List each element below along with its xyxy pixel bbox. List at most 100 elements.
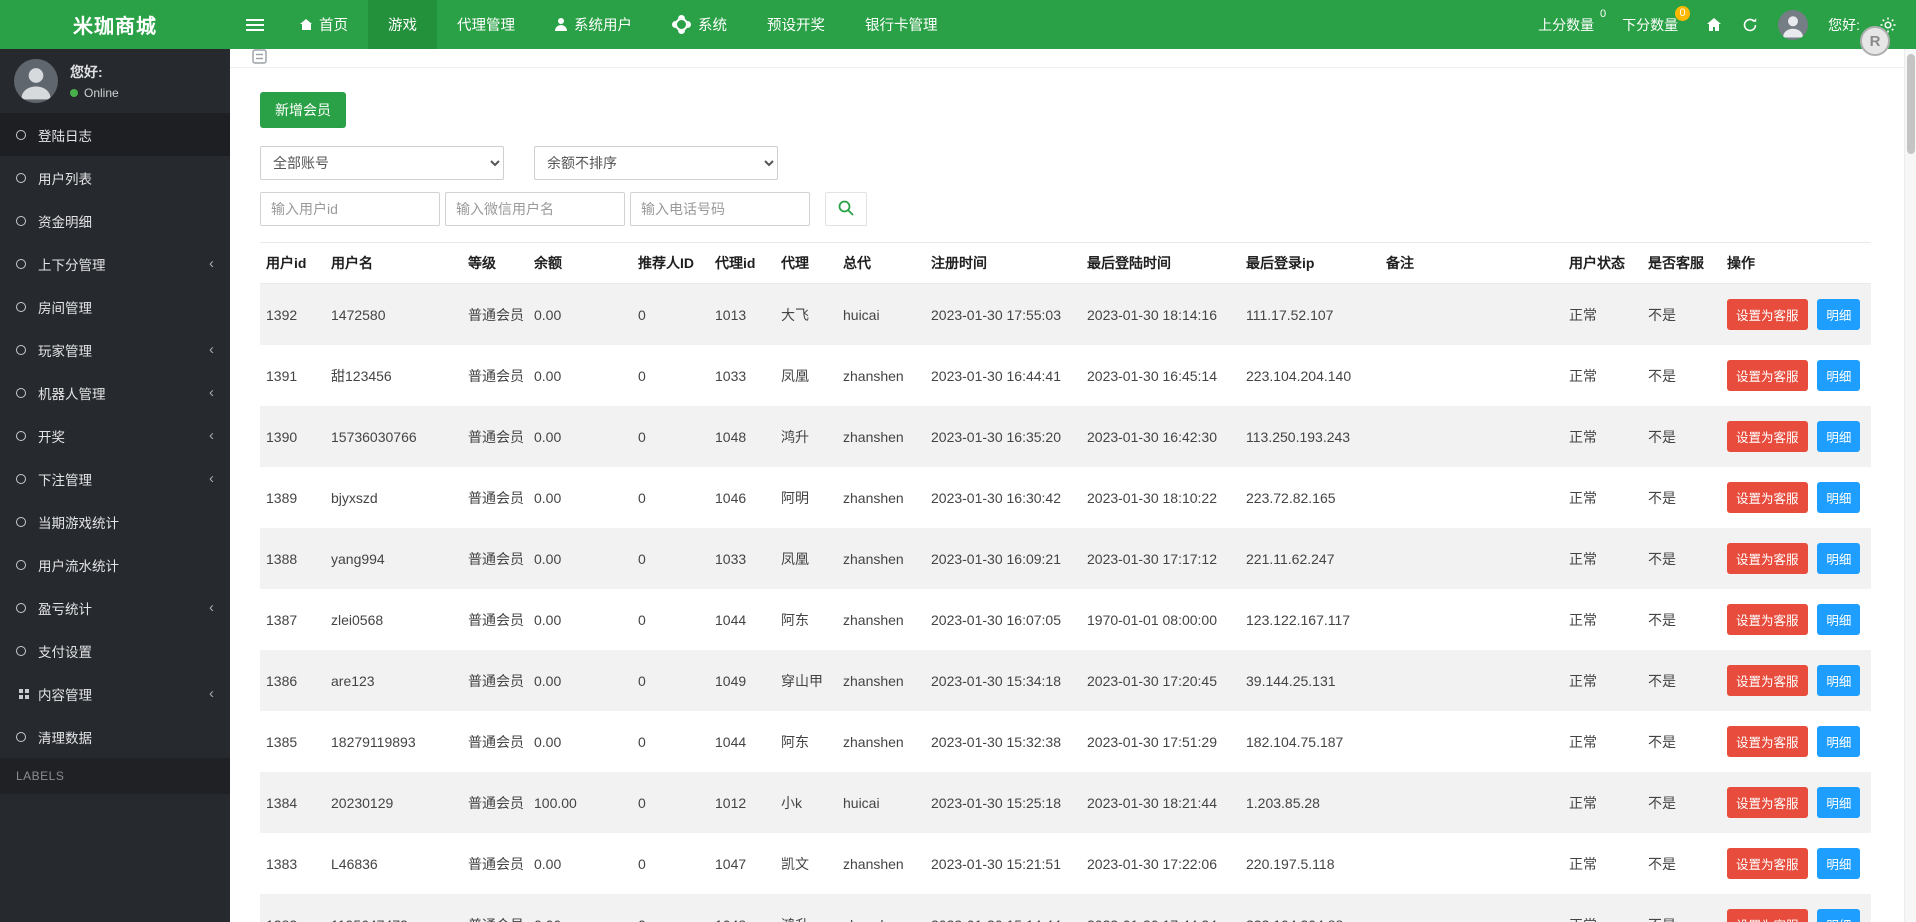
cell-level: 普通会员 xyxy=(468,489,524,506)
sidebar-profile-text: 您好: Online xyxy=(70,62,119,100)
cell-balance: 0.00 xyxy=(534,489,562,506)
cell-is-service: 不是 xyxy=(1648,672,1676,689)
cell-master-agent: zhanshen xyxy=(843,367,904,384)
topbar-nav-item[interactable]: 系统 xyxy=(652,0,747,49)
wechat-name-input[interactable] xyxy=(445,192,625,226)
home-icon[interactable] xyxy=(1706,17,1722,32)
topbar-nav-item[interactable]: 银行卡管理 xyxy=(845,0,958,49)
sidebar-item[interactable]: 开奖 ‹ xyxy=(0,414,230,457)
sidebar-item-label: 上下分管理 xyxy=(38,257,106,273)
cell-username: 20230129 xyxy=(331,794,394,811)
set-service-button[interactable]: 设置为客服 xyxy=(1727,360,1808,391)
table-row: 1388 yang994 普通会员 0.00 0 1033 凤凰 zhanshe… xyxy=(260,528,1871,589)
sidebar-item[interactable]: 支付设置 xyxy=(0,629,230,672)
topbar-greeting[interactable]: 您好: xyxy=(1828,15,1860,35)
sidebar-item[interactable]: 清理数据 xyxy=(0,715,230,758)
cell-balance: 0.00 xyxy=(534,306,562,323)
cell-note xyxy=(1380,833,1563,894)
detail-button[interactable]: 明细 xyxy=(1817,543,1861,574)
phone-input[interactable] xyxy=(630,192,810,226)
cell-is-service: 不是 xyxy=(1648,794,1676,811)
detail-button[interactable]: 明细 xyxy=(1817,421,1861,452)
sidebar-item[interactable]: 机器人管理 ‹ xyxy=(0,371,230,414)
topbar-nav-item[interactable]: 游戏 xyxy=(368,0,437,49)
cell-referrer-id: 0 xyxy=(638,672,646,689)
add-member-button[interactable]: 新增会员 xyxy=(260,92,346,128)
sidebar-item[interactable]: 下注管理 ‹ xyxy=(0,457,230,500)
breadcrumb-icon[interactable] xyxy=(252,49,267,67)
column-header: 注册时间 xyxy=(925,242,1081,284)
set-service-button[interactable]: 设置为客服 xyxy=(1727,726,1808,757)
sidebar-item[interactable]: 用户列表 xyxy=(0,156,230,199)
sidebar-item[interactable]: 登陆日志 xyxy=(0,113,230,156)
user-avatar[interactable] xyxy=(1778,9,1809,40)
cell-agent-id: 1046 xyxy=(715,489,747,506)
sidebar-item[interactable]: 盈亏统计 ‹ xyxy=(0,586,230,629)
detail-button[interactable]: 明细 xyxy=(1817,848,1861,879)
detail-button[interactable]: 明细 xyxy=(1817,726,1861,757)
detail-button[interactable]: 明细 xyxy=(1817,665,1861,696)
set-service-button[interactable]: 设置为客服 xyxy=(1727,604,1808,635)
cell-referrer-id: 0 xyxy=(638,733,646,750)
sidebar-item[interactable]: 玩家管理 ‹ xyxy=(0,328,230,371)
detail-button[interactable]: 明细 xyxy=(1817,482,1861,513)
set-service-button[interactable]: 设置为客服 xyxy=(1727,665,1808,696)
detail-button[interactable]: 明细 xyxy=(1817,360,1861,391)
cell-user-id: 1392 xyxy=(266,306,298,323)
sidebar-avatar[interactable] xyxy=(14,59,58,103)
sidebar-item[interactable]: 当期游戏统计 xyxy=(0,500,230,543)
balance-sort-select[interactable]: 余额不排序 xyxy=(534,146,778,180)
sidebar-item[interactable]: 资金明细 xyxy=(0,199,230,242)
sidebar-item[interactable]: 上下分管理 ‹ xyxy=(0,242,230,285)
cell-last-login-time: 2023-01-30 16:42:30 xyxy=(1087,428,1217,445)
topbar-nav-item[interactable]: 代理管理 xyxy=(437,0,535,49)
cell-referrer-id: 0 xyxy=(638,489,646,506)
gear-icon xyxy=(672,15,691,34)
set-service-button[interactable]: 设置为客服 xyxy=(1727,299,1808,330)
topbar-nav-item[interactable]: 系统用户 xyxy=(535,0,652,49)
cell-referrer-id: 0 xyxy=(638,611,646,628)
sidebar-item[interactable]: 用户流水统计 xyxy=(0,543,230,586)
detail-button[interactable]: 明细 xyxy=(1817,787,1861,818)
topbar-nav-item[interactable]: 首页 xyxy=(280,0,368,49)
set-service-button[interactable]: 设置为客服 xyxy=(1727,909,1808,922)
cell-note xyxy=(1380,345,1563,406)
cell-balance: 0.00 xyxy=(534,733,562,750)
set-service-button[interactable]: 设置为客服 xyxy=(1727,787,1808,818)
up-score-button[interactable]: 上分数量 0 xyxy=(1538,8,1606,35)
cell-level: 普通会员 xyxy=(468,794,524,811)
app-shell: 您好: Online 登陆日志 用户列表 资金明细 上下分管理 ‹ 房间管理 玩… xyxy=(0,49,1916,922)
cell-user-id: 1391 xyxy=(266,367,298,384)
cell-agent: 凤凰 xyxy=(781,550,809,567)
user-id-input[interactable] xyxy=(260,192,440,226)
cell-last-login-time: 2023-01-30 17:20:45 xyxy=(1087,672,1217,689)
column-header: 最后登录ip xyxy=(1240,242,1380,284)
column-header: 代理id xyxy=(709,242,775,284)
sidebar-item[interactable]: 房间管理 xyxy=(0,285,230,328)
detail-button[interactable]: 明细 xyxy=(1817,299,1861,330)
account-filter-select[interactable]: 全部账号 xyxy=(260,146,504,180)
sidebar-item-label: 机器人管理 xyxy=(38,386,106,402)
search-button[interactable] xyxy=(825,192,867,226)
up-score-label: 上分数量 xyxy=(1538,16,1595,33)
cell-referrer-id: 0 xyxy=(638,794,646,811)
cell-level: 普通会员 xyxy=(468,611,524,628)
cell-referrer-id: 0 xyxy=(638,428,646,445)
cell-actions: 设置为客服 明细 xyxy=(1721,406,1871,467)
refresh-icon[interactable] xyxy=(1742,17,1758,33)
down-score-button[interactable]: 下分数量 0 xyxy=(1622,5,1691,35)
cell-master-agent: huicai xyxy=(843,306,880,323)
circle-icon xyxy=(16,387,26,398)
hamburger-menu-icon[interactable] xyxy=(230,0,280,49)
detail-button[interactable]: 明细 xyxy=(1817,604,1861,635)
detail-button[interactable]: 明细 xyxy=(1817,909,1861,922)
set-service-button[interactable]: 设置为客服 xyxy=(1727,543,1808,574)
set-service-button[interactable]: 设置为客服 xyxy=(1727,848,1808,879)
set-service-button[interactable]: 设置为客服 xyxy=(1727,482,1808,513)
scrollbar-thumb[interactable] xyxy=(1907,54,1915,154)
sidebar-item-label: 当期游戏统计 xyxy=(38,515,119,531)
topbar-nav-item[interactable]: 预设开奖 xyxy=(747,0,845,49)
sidebar-item[interactable]: 内容管理 ‹ xyxy=(0,672,230,715)
cell-note xyxy=(1380,528,1563,589)
set-service-button[interactable]: 设置为客服 xyxy=(1727,421,1808,452)
